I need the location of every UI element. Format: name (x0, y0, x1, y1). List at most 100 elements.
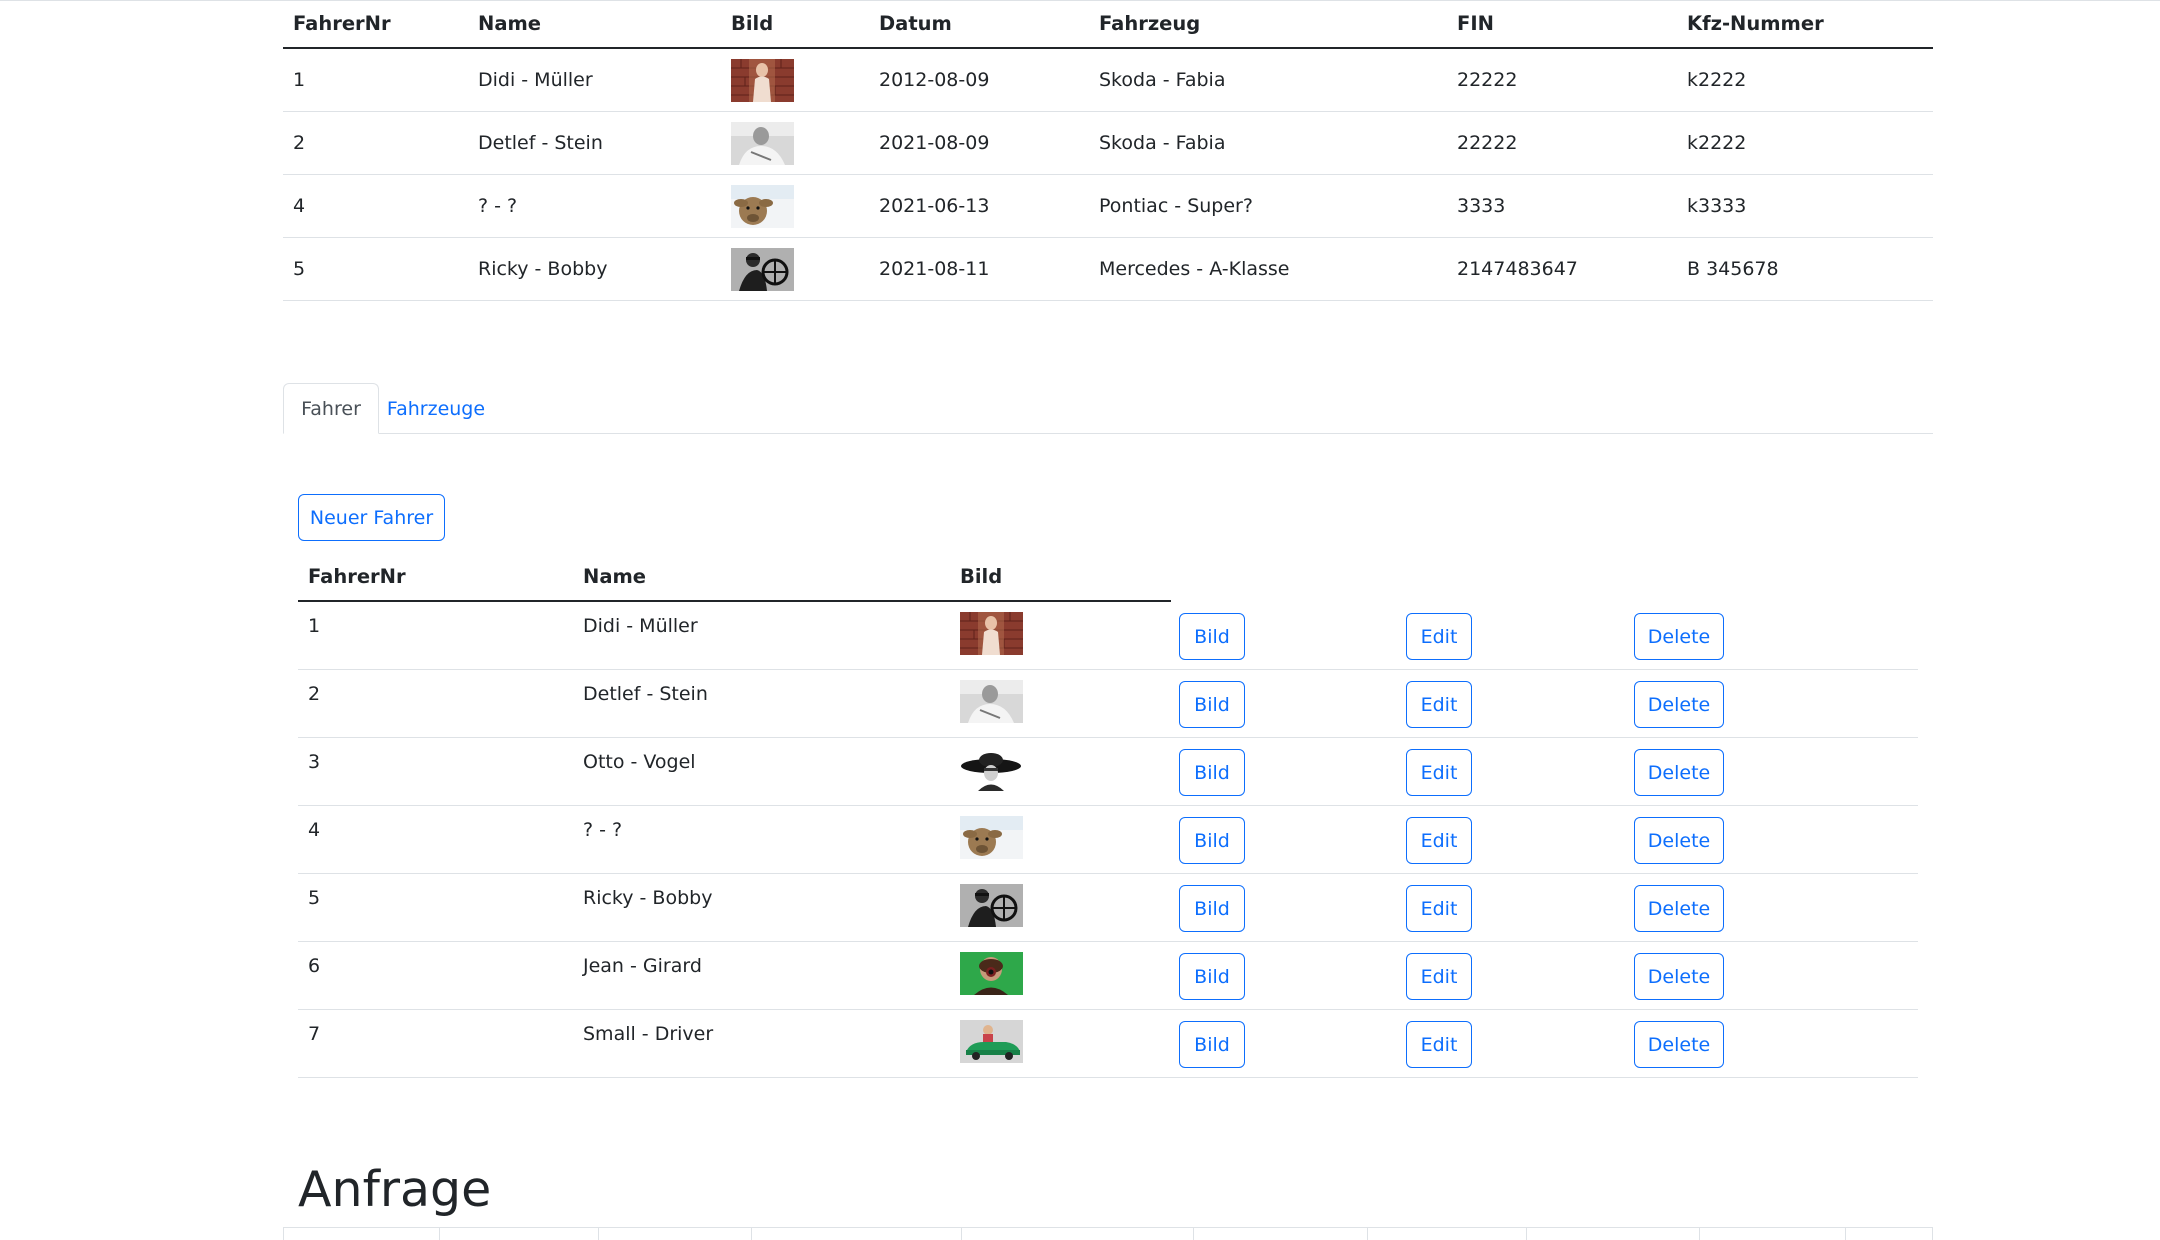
bild-button[interactable]: Bild (1179, 681, 1245, 728)
edit-button[interactable]: Edit (1406, 953, 1472, 1000)
header-fin: FIN (1457, 12, 1494, 35)
header-datum: Datum (879, 12, 952, 35)
cell-fahrzeug: Mercedes - A-Klasse (1099, 258, 1290, 280)
table-row: 7 Small - Driver Bild Edit Delete (298, 1010, 1918, 1078)
driver-table-header: FahrerNr Name Bild (298, 551, 1918, 602)
cell-fin: 3333 (1457, 195, 1506, 217)
cell-kfz-nummer: k3333 (1687, 195, 1747, 217)
edit-button[interactable]: Edit (1406, 817, 1472, 864)
cell-fahrernr: 5 (308, 887, 321, 909)
bild-button[interactable]: Bild (1179, 749, 1245, 796)
cell-fahrernr: 2 (308, 683, 321, 705)
bild-button[interactable]: Bild (1179, 953, 1245, 1000)
cell-kfz-nummer: k2222 (1687, 132, 1747, 154)
table-row: 1 Didi - Müller Bild Edit Delete (298, 602, 1918, 670)
delete-button[interactable]: Delete (1634, 885, 1724, 932)
cell-datum: 2012-08-09 (879, 69, 990, 91)
cell-bild (960, 1020, 1023, 1063)
column-divider (1526, 1227, 1527, 1240)
delete-button[interactable]: Delete (1634, 953, 1724, 1000)
bild-button[interactable]: Bild (1179, 1021, 1245, 1068)
driver-photo (960, 952, 1023, 995)
cell-fahrernr: 5 (293, 258, 306, 280)
delete-button[interactable]: Delete (1634, 1021, 1724, 1068)
column-divider (751, 1227, 752, 1240)
cell-fahrernr: 2 (293, 132, 306, 154)
tab-bar: Fahrer Fahrzeuge (283, 383, 1933, 434)
table-row: 5 Ricky - Bobby Bild Edit Delete (298, 874, 1918, 942)
table-row: 4 ? - ? Bild Edit Delete (298, 806, 1918, 874)
cell-datum: 2021-06-13 (879, 195, 990, 217)
table-row: 3 Otto - Vogel Bild Edit Delete (298, 738, 1918, 806)
cell-name: Ricky - Bobby (583, 887, 713, 909)
column-divider (961, 1227, 962, 1240)
driver-photo (960, 612, 1023, 655)
cell-fin: 22222 (1457, 132, 1518, 154)
driver-photo (731, 247, 794, 291)
cell-name: Detlef - Stein (583, 683, 708, 705)
driver-photo (960, 816, 1023, 859)
column-divider (1845, 1227, 1846, 1240)
driver-photo (960, 884, 1023, 927)
cell-name: Didi - Müller (478, 69, 593, 91)
cell-name: Detlef - Stein (478, 132, 603, 154)
table-row: 2 Detlef - Stein 2021-08-09 Skoda - Fabia 22… (283, 112, 1933, 175)
delete-button[interactable]: Delete (1634, 613, 1724, 660)
cell-name: ? - ? (583, 819, 623, 841)
cell-bild (731, 112, 794, 174)
cell-name: Small - Driver (583, 1023, 714, 1045)
cell-kfz-nummer: k2222 (1687, 69, 1747, 91)
cell-name: Ricky - Bobby (478, 258, 608, 280)
header-name: Name (478, 12, 542, 35)
cell-fahrernr: 1 (308, 615, 321, 637)
delete-button[interactable]: Delete (1634, 749, 1724, 796)
cell-bild (731, 238, 794, 300)
driver-photo (960, 680, 1023, 723)
overview-table-header: FahrerNr Name Bild Datum Fahrzeug FIN Kf… (283, 0, 1933, 49)
driver-photo (961, 753, 1021, 791)
column-divider (439, 1227, 440, 1240)
header-kfz-nummer: Kfz-Nummer (1687, 12, 1824, 35)
cell-fahrernr: 4 (293, 195, 306, 217)
bild-button[interactable]: Bild (1179, 885, 1245, 932)
cell-datum: 2021-08-09 (879, 132, 990, 154)
delete-button[interactable]: Delete (1634, 681, 1724, 728)
cell-fin: 22222 (1457, 69, 1518, 91)
anfrage-table-top-border (283, 1227, 1933, 1228)
cell-bild (731, 175, 794, 237)
cell-fahrzeug: Skoda - Fabia (1099, 132, 1226, 154)
cell-fahrernr: 3 (308, 751, 321, 773)
delete-button[interactable]: Delete (1634, 817, 1724, 864)
cell-name: Otto - Vogel (583, 751, 696, 773)
cell-bild (960, 816, 1023, 859)
edit-button[interactable]: Edit (1406, 613, 1472, 660)
tab-fahrzeuge[interactable]: Fahrzeuge (379, 383, 493, 434)
header-bild: Bild (731, 12, 774, 35)
cell-datum: 2021-08-11 (879, 258, 990, 280)
bild-button[interactable]: Bild (1179, 817, 1245, 864)
overview-table: FahrerNr Name Bild Datum Fahrzeug FIN Kf… (283, 0, 1933, 301)
cell-bild (731, 49, 794, 111)
edit-button[interactable]: Edit (1406, 681, 1472, 728)
column-divider (1367, 1227, 1368, 1240)
driver-photo (960, 1020, 1023, 1063)
edit-button[interactable]: Edit (1406, 1021, 1472, 1068)
column-divider (1193, 1227, 1194, 1240)
table-row: 2 Detlef - Stein Bild Edit Delete (298, 670, 1918, 738)
cell-fahrzeug: Skoda - Fabia (1099, 69, 1226, 91)
header-bild: Bild (960, 565, 1003, 588)
edit-button[interactable]: Edit (1406, 749, 1472, 796)
table-row: 1 Didi - Müller 2012-08-09 Skoda - Fabia 222… (283, 49, 1933, 112)
header-name: Name (583, 565, 647, 588)
cell-fahrernr: 7 (308, 1023, 321, 1045)
anfrage-heading: Anfrage (298, 1161, 492, 1218)
tab-fahrer[interactable]: Fahrer (283, 383, 379, 434)
cell-fin: 2147483647 (1457, 258, 1578, 280)
new-driver-button[interactable]: Neuer Fahrer (298, 494, 445, 541)
bild-button[interactable]: Bild (1179, 613, 1245, 660)
driver-table: FahrerNr Name Bild 1 Didi - Müller Bild Edi… (298, 551, 1918, 1078)
edit-button[interactable]: Edit (1406, 885, 1472, 932)
cell-bild (960, 884, 1023, 927)
cell-name: Didi - Müller (583, 615, 698, 637)
cell-name: Jean - Girard (583, 955, 702, 977)
